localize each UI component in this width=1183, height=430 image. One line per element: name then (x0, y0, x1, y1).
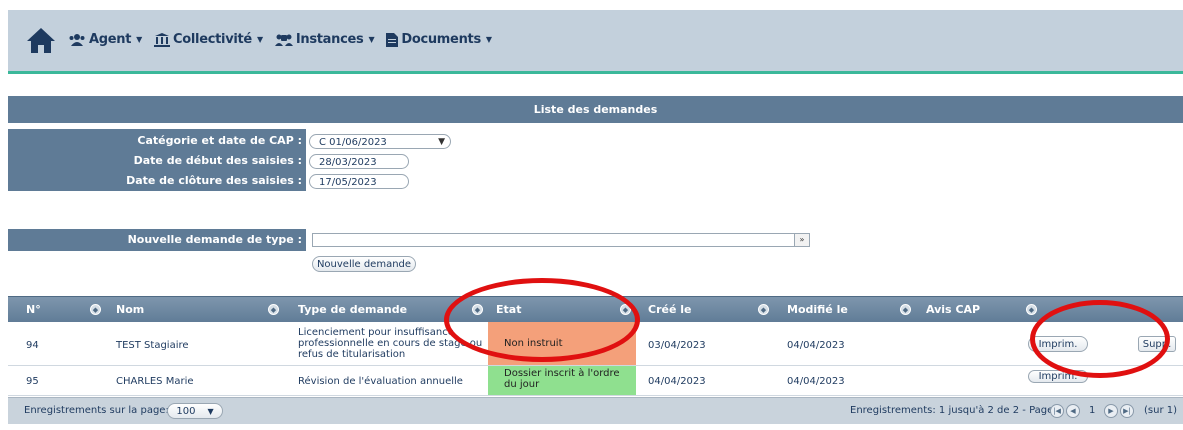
menu-agent[interactable]: Agent ▼ (68, 32, 142, 47)
chevron-double-down-icon: » (794, 234, 809, 246)
menu-instances-label: Instances (295, 32, 364, 47)
start-date-label: Date de début des saisies : (133, 154, 302, 167)
col-modifie[interactable]: Modifié le (787, 297, 848, 323)
first-page-icon[interactable]: |◀ (1050, 404, 1064, 418)
top-navbar: Agent ▼ Collectivité ▼ Instances ▼ Docum… (8, 10, 1183, 74)
row-modifie: 04/04/2023 (787, 376, 845, 387)
row-modifie: 04/04/2023 (787, 340, 845, 351)
caret-down-icon: ▼ (136, 35, 143, 44)
total-pages: (sur 1) (1144, 405, 1178, 416)
row-etat: Dossier inscrit à l'ordre du jour (488, 366, 636, 395)
current-page[interactable]: 1 (1089, 405, 1095, 416)
per-page-label: Enregistrements sur la page: (24, 405, 169, 416)
sort-icon[interactable]: ◆ (1026, 304, 1037, 315)
building-icon (154, 32, 171, 47)
end-date-field[interactable]: 17/05/2023 (309, 174, 409, 189)
start-date-field[interactable]: 28/03/2023 (309, 154, 409, 169)
cap-label: Catégorie et date de CAP : (137, 134, 302, 147)
cap-select-value: C 01/06/2023 (319, 137, 387, 148)
sort-icon[interactable]: ◆ (758, 304, 769, 315)
row-num: 95 (26, 376, 39, 387)
last-page-icon[interactable]: ▶| (1120, 404, 1134, 418)
filter-labels-panel: Catégorie et date de CAP : Date de début… (8, 129, 306, 191)
row-cree: 03/04/2023 (648, 340, 706, 351)
document-icon (386, 32, 399, 47)
row-num: 94 (26, 340, 39, 351)
chevron-down-icon: ▼ (438, 137, 445, 147)
col-num[interactable]: N° (26, 297, 41, 323)
menu-documents-label: Documents (401, 32, 481, 47)
menu-agent-label: Agent (89, 32, 132, 47)
new-request-button[interactable]: Nouvelle demande (312, 256, 416, 272)
request-type-label: Nouvelle demande de type : (127, 233, 302, 246)
annotation-circle-print (1030, 300, 1170, 378)
sort-icon[interactable]: ◆ (900, 304, 911, 315)
menu-documents[interactable]: Documents ▼ (386, 32, 492, 47)
row-nom: CHARLES Marie (116, 376, 194, 387)
menu-instances[interactable]: Instances ▼ (274, 32, 375, 47)
col-type[interactable]: Type de demande (298, 297, 407, 323)
meeting-icon (274, 34, 293, 46)
col-avis[interactable]: Avis CAP (926, 297, 980, 323)
per-page-select[interactable]: 100 ▼ (167, 403, 223, 419)
row-cree: 04/04/2023 (648, 376, 706, 387)
annotation-circle-etat (444, 278, 640, 362)
users-icon (69, 34, 85, 46)
cap-select[interactable]: C 01/06/2023 ▼ (309, 134, 451, 149)
table-row[interactable]: 95 CHARLES Marie Révision de l'évaluatio… (8, 366, 1183, 396)
per-page-value: 100 (176, 405, 196, 417)
records-info: Enregistrements: 1 jusqu'à 2 de 2 - Page… (850, 405, 1062, 416)
sort-icon[interactable]: ◆ (268, 304, 279, 315)
prev-page-icon[interactable]: ◀ (1066, 404, 1080, 418)
menu-collectivite[interactable]: Collectivité ▼ (154, 32, 263, 47)
col-cree[interactable]: Créé le (648, 297, 691, 323)
home-icon[interactable] (26, 26, 56, 54)
request-type-select[interactable]: » (312, 233, 810, 247)
sort-icon[interactable]: ◆ (90, 304, 101, 315)
caret-down-icon: ▼ (485, 35, 492, 44)
request-type-label-panel: Nouvelle demande de type : (8, 229, 306, 251)
caret-down-icon: ▼ (256, 35, 263, 44)
menu-collectivite-label: Collectivité (173, 32, 252, 47)
row-type: Révision de l'évaluation annuelle (298, 376, 463, 387)
chevron-down-icon: ▼ (207, 406, 214, 416)
list-title: Liste des demandes (8, 96, 1183, 123)
col-nom[interactable]: Nom (116, 297, 144, 323)
end-date-label: Date de clôture des saisies : (126, 174, 302, 187)
row-etat-label: Dossier inscrit à l'ordre du jour (504, 368, 620, 390)
caret-down-icon: ▼ (368, 35, 375, 44)
next-page-icon[interactable]: ▶ (1104, 404, 1118, 418)
table-footer: Enregistrements sur la page: 100 ▼ Enreg… (8, 397, 1183, 424)
main-menu: Agent ▼ Collectivité ▼ Instances ▼ Docum… (68, 32, 492, 47)
row-nom: TEST Stagiaire (116, 340, 189, 351)
